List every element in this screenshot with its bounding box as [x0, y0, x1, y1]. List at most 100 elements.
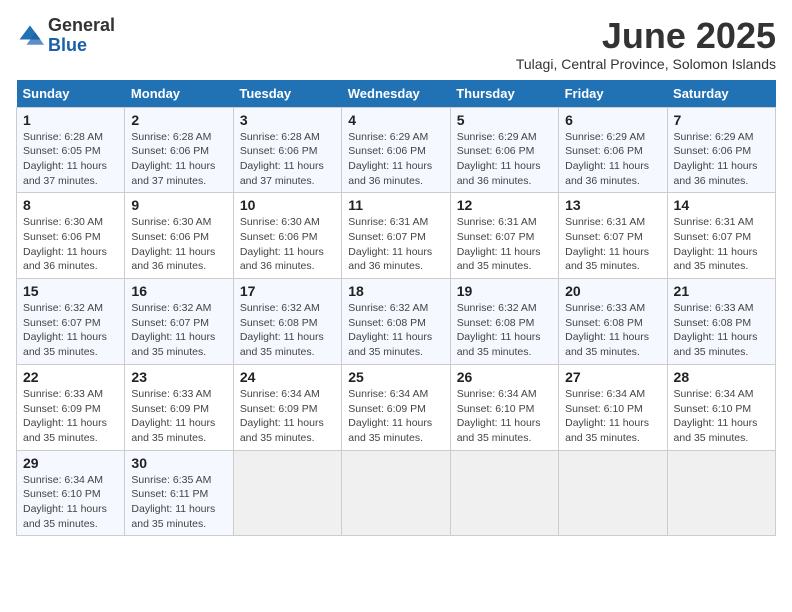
calendar-cell: 3 Sunrise: 6:28 AMSunset: 6:06 PMDaylight… [233, 107, 341, 193]
day-number: 6 [565, 112, 660, 128]
calendar-cell [233, 450, 341, 536]
day-number: 16 [131, 283, 226, 299]
calendar-week-2: 8 Sunrise: 6:30 AMSunset: 6:06 PMDaylight… [17, 193, 776, 279]
calendar-cell: 30Sunrise: 6:35 AMSunset: 6:11 PMDayligh… [125, 450, 233, 536]
day-number: 9 [131, 197, 226, 213]
weekday-header-saturday: Saturday [667, 80, 775, 108]
day-number: 19 [457, 283, 552, 299]
day-info: Sunrise: 6:33 AMSunset: 6:09 PMDaylight:… [23, 387, 118, 446]
calendar-cell: 9 Sunrise: 6:30 AMSunset: 6:06 PMDaylight… [125, 193, 233, 279]
calendar-cell: 5Sunrise: 6:29 AMSunset: 6:06 PMDaylight… [450, 107, 558, 193]
day-info: Sunrise: 6:31 AMSunset: 6:07 PMDaylight:… [674, 215, 769, 274]
day-number: 8 [23, 197, 118, 213]
calendar-cell: 21 Sunrise: 6:33 AMSunset: 6:08 PMDayligh… [667, 279, 775, 365]
weekday-header-wednesday: Wednesday [342, 80, 450, 108]
day-number: 14 [674, 197, 769, 213]
calendar-cell: 17Sunrise: 6:32 AMSunset: 6:08 PMDayligh… [233, 279, 341, 365]
day-info: Sunrise: 6:28 AMSunset: 6:06 PMDaylight:… [240, 130, 335, 189]
day-number: 28 [674, 369, 769, 385]
weekday-header-tuesday: Tuesday [233, 80, 341, 108]
calendar-week-5: 29 Sunrise: 6:34 AMSunset: 6:10 PMDayligh… [17, 450, 776, 536]
day-number: 11 [348, 197, 443, 213]
day-number: 12 [457, 197, 552, 213]
calendar-cell [667, 450, 775, 536]
day-number: 25 [348, 369, 443, 385]
logo-icon [16, 22, 44, 50]
calendar-week-4: 22Sunrise: 6:33 AMSunset: 6:09 PMDayligh… [17, 364, 776, 450]
day-info: Sunrise: 6:34 AMSunset: 6:10 PMDaylight:… [457, 387, 552, 446]
page-header: General Blue June 2025 Tulagi, Central P… [16, 16, 776, 72]
day-number: 29 [23, 455, 118, 471]
day-info: Sunrise: 6:30 AMSunset: 6:06 PMDaylight:… [131, 215, 226, 274]
calendar-cell: 23 Sunrise: 6:33 AMSunset: 6:09 PMDayligh… [125, 364, 233, 450]
calendar-cell: 25 Sunrise: 6:34 AMSunset: 6:09 PMDayligh… [342, 364, 450, 450]
day-info: Sunrise: 6:32 AMSunset: 6:07 PMDaylight:… [23, 301, 118, 360]
weekday-header-sunday: Sunday [17, 80, 125, 108]
day-number: 10 [240, 197, 335, 213]
calendar-cell [342, 450, 450, 536]
logo-general-text: General [48, 15, 115, 35]
day-info: Sunrise: 6:32 AMSunset: 6:08 PMDaylight:… [348, 301, 443, 360]
day-info: Sunrise: 6:29 AMSunset: 6:06 PMDaylight:… [348, 130, 443, 189]
day-info: Sunrise: 6:29 AMSunset: 6:06 PMDaylight:… [565, 130, 660, 189]
day-info: Sunrise: 6:30 AMSunset: 6:06 PMDaylight:… [23, 215, 118, 274]
calendar-cell: 1 Sunrise: 6:28 AMSunset: 6:05 PMDaylight… [17, 107, 125, 193]
day-number: 23 [131, 369, 226, 385]
day-info: Sunrise: 6:33 AMSunset: 6:08 PMDaylight:… [674, 301, 769, 360]
calendar-cell: 20 Sunrise: 6:33 AMSunset: 6:08 PMDayligh… [559, 279, 667, 365]
calendar-cell: 13Sunrise: 6:31 AMSunset: 6:07 PMDayligh… [559, 193, 667, 279]
location-subtitle: Tulagi, Central Province, Solomon Island… [516, 56, 776, 72]
calendar-cell: 6 Sunrise: 6:29 AMSunset: 6:06 PMDaylight… [559, 107, 667, 193]
calendar-cell: 28 Sunrise: 6:34 AMSunset: 6:10 PMDayligh… [667, 364, 775, 450]
calendar-cell: 29 Sunrise: 6:34 AMSunset: 6:10 PMDayligh… [17, 450, 125, 536]
logo-blue-text: Blue [48, 35, 87, 55]
day-info: Sunrise: 6:34 AMSunset: 6:10 PMDaylight:… [674, 387, 769, 446]
calendar-header-row: SundayMondayTuesdayWednesdayThursdayFrid… [17, 80, 776, 108]
calendar-cell: 14 Sunrise: 6:31 AMSunset: 6:07 PMDayligh… [667, 193, 775, 279]
calendar-cell [559, 450, 667, 536]
day-info: Sunrise: 6:32 AMSunset: 6:07 PMDaylight:… [131, 301, 226, 360]
calendar-cell: 12Sunrise: 6:31 AMSunset: 6:07 PMDayligh… [450, 193, 558, 279]
calendar-cell: 27 Sunrise: 6:34 AMSunset: 6:10 PMDayligh… [559, 364, 667, 450]
calendar-cell: 11 Sunrise: 6:31 AMSunset: 6:07 PMDayligh… [342, 193, 450, 279]
day-number: 21 [674, 283, 769, 299]
day-info: Sunrise: 6:28 AMSunset: 6:05 PMDaylight:… [23, 130, 118, 189]
day-number: 30 [131, 455, 226, 471]
day-info: Sunrise: 6:34 AMSunset: 6:10 PMDaylight:… [565, 387, 660, 446]
day-info: Sunrise: 6:33 AMSunset: 6:08 PMDaylight:… [565, 301, 660, 360]
calendar-cell: 18 Sunrise: 6:32 AMSunset: 6:08 PMDayligh… [342, 279, 450, 365]
calendar-cell: 24Sunrise: 6:34 AMSunset: 6:09 PMDayligh… [233, 364, 341, 450]
day-info: Sunrise: 6:33 AMSunset: 6:09 PMDaylight:… [131, 387, 226, 446]
calendar-cell: 15Sunrise: 6:32 AMSunset: 6:07 PMDayligh… [17, 279, 125, 365]
day-info: Sunrise: 6:34 AMSunset: 6:09 PMDaylight:… [348, 387, 443, 446]
day-info: Sunrise: 6:32 AMSunset: 6:08 PMDaylight:… [457, 301, 552, 360]
day-info: Sunrise: 6:29 AMSunset: 6:06 PMDaylight:… [674, 130, 769, 189]
day-number: 7 [674, 112, 769, 128]
calendar-cell: 7 Sunrise: 6:29 AMSunset: 6:06 PMDaylight… [667, 107, 775, 193]
day-number: 18 [348, 283, 443, 299]
calendar-cell: 26 Sunrise: 6:34 AMSunset: 6:10 PMDayligh… [450, 364, 558, 450]
weekday-header-friday: Friday [559, 80, 667, 108]
day-info: Sunrise: 6:31 AMSunset: 6:07 PMDaylight:… [348, 215, 443, 274]
day-info: Sunrise: 6:34 AMSunset: 6:10 PMDaylight:… [23, 473, 118, 532]
day-number: 26 [457, 369, 552, 385]
weekday-header-thursday: Thursday [450, 80, 558, 108]
calendar-table: SundayMondayTuesdayWednesdayThursdayFrid… [16, 80, 776, 537]
day-number: 3 [240, 112, 335, 128]
calendar-week-1: 1 Sunrise: 6:28 AMSunset: 6:05 PMDaylight… [17, 107, 776, 193]
day-number: 27 [565, 369, 660, 385]
calendar-cell: 8 Sunrise: 6:30 AMSunset: 6:06 PMDaylight… [17, 193, 125, 279]
calendar-cell [450, 450, 558, 536]
weekday-header-monday: Monday [125, 80, 233, 108]
calendar-body: 1 Sunrise: 6:28 AMSunset: 6:05 PMDaylight… [17, 107, 776, 536]
day-number: 24 [240, 369, 335, 385]
day-number: 2 [131, 112, 226, 128]
day-info: Sunrise: 6:28 AMSunset: 6:06 PMDaylight:… [131, 130, 226, 189]
calendar-cell: 22Sunrise: 6:33 AMSunset: 6:09 PMDayligh… [17, 364, 125, 450]
day-number: 20 [565, 283, 660, 299]
month-year-title: June 2025 [516, 16, 776, 56]
calendar-cell: 19 Sunrise: 6:32 AMSunset: 6:08 PMDayligh… [450, 279, 558, 365]
day-info: Sunrise: 6:29 AMSunset: 6:06 PMDaylight:… [457, 130, 552, 189]
day-number: 1 [23, 112, 118, 128]
calendar-cell: 10Sunrise: 6:30 AMSunset: 6:06 PMDayligh… [233, 193, 341, 279]
